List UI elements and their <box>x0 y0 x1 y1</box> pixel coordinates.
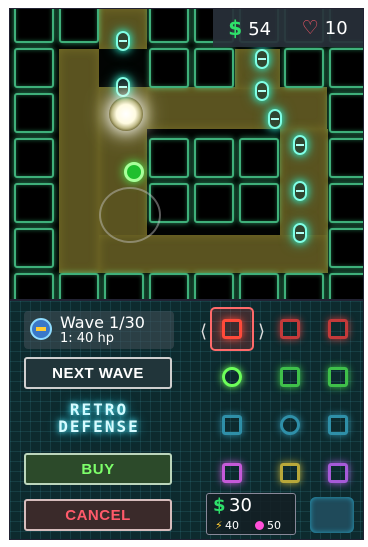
blue-flower-tower[interactable] <box>270 405 310 445</box>
grid-cell[interactable] <box>14 273 54 299</box>
grid-cell[interactable] <box>149 9 189 43</box>
arrow-right-icon[interactable]: ⟩ <box>258 321 265 342</box>
capsule-creep-icon <box>116 31 130 51</box>
buy-button[interactable]: BUY <box>24 453 172 485</box>
grid-cell[interactable] <box>239 183 279 223</box>
grid-cell[interactable] <box>59 273 99 299</box>
grid-cell[interactable] <box>194 183 234 223</box>
red-frame-tower[interactable] <box>270 309 310 349</box>
wave-title: Wave 1/30 <box>60 313 145 332</box>
wave-icon <box>30 318 52 340</box>
control-panel: Wave 1/30 1: 40 hp NEXT WAVE RETRO DEFEN… <box>9 300 364 540</box>
grid-cell[interactable] <box>14 183 54 223</box>
grid-cell[interactable] <box>14 138 54 178</box>
arrow-left-icon[interactable]: ⟨ <box>200 321 207 342</box>
grid-cell[interactable] <box>104 273 144 299</box>
grid-cell[interactable] <box>284 48 324 88</box>
green-ring-tower[interactable] <box>212 357 252 397</box>
money-display: $54 <box>228 16 271 40</box>
grid-cell[interactable] <box>329 93 363 133</box>
blue-frame-tower[interactable] <box>318 405 358 445</box>
grid-cell[interactable] <box>14 228 54 268</box>
grid-cell[interactable] <box>284 273 324 299</box>
grid-cell[interactable] <box>239 273 279 299</box>
capsule-creep-icon <box>116 77 130 97</box>
grid-cell[interactable] <box>14 9 54 43</box>
capsule-creep-icon <box>255 49 269 69</box>
tower-shop: ⟨ ⟩ <box>200 307 360 493</box>
yellow-lightning-tower[interactable] <box>270 453 310 493</box>
grid-cell[interactable] <box>149 48 189 88</box>
grid-cell[interactable] <box>194 273 234 299</box>
grid-cell[interactable] <box>329 138 363 178</box>
tower-damage: 40 <box>225 519 239 532</box>
tower-price-panel: $ 30 ⚡ 40 50 <box>206 493 296 535</box>
grid-cell[interactable] <box>329 228 363 268</box>
dollar-icon: $ <box>228 16 243 40</box>
capsule-creep-icon <box>268 109 282 129</box>
capsule-creep-icon <box>293 223 307 243</box>
red-square-tower[interactable] <box>318 309 358 349</box>
next-wave-button[interactable]: NEXT WAVE <box>24 357 172 389</box>
grid-cell[interactable] <box>329 273 363 299</box>
range-icon <box>255 521 264 530</box>
path-segment <box>59 49 99 273</box>
dollar-icon: $ <box>213 495 226 516</box>
tower-range-ring <box>99 187 161 243</box>
grid-cell[interactable] <box>329 48 363 88</box>
grid-cell[interactable] <box>14 48 54 88</box>
grid-cell[interactable] <box>14 93 54 133</box>
cancel-button[interactable]: CANCEL <box>24 499 172 531</box>
tower-preview-slot[interactable] <box>310 497 354 533</box>
blue-grid-tower[interactable] <box>212 405 252 445</box>
purple-square-tower[interactable] <box>212 453 252 493</box>
game-map[interactable]: $54 ♡ 10 <box>9 8 364 300</box>
grid-cell[interactable] <box>149 273 189 299</box>
wave-info: Wave 1/30 1: 40 hp <box>24 311 174 349</box>
capsule-creep-icon <box>293 181 307 201</box>
grid-cell[interactable] <box>329 183 363 223</box>
grid-cell[interactable] <box>194 138 234 178</box>
money-value: 54 <box>248 19 272 40</box>
lightning-icon: ⚡ <box>215 519 223 532</box>
lives-display: ♡ 10 <box>302 17 348 39</box>
logo-line-1: RETRO <box>69 400 129 419</box>
logo-line-2: DEFENSE <box>58 417 140 436</box>
green-square-tower[interactable] <box>318 357 358 397</box>
grid-cell[interactable] <box>239 138 279 178</box>
grid-cell[interactable] <box>59 9 99 43</box>
explosion-effect <box>109 97 143 131</box>
green-cross-tower[interactable] <box>270 357 310 397</box>
capsule-creep-icon <box>293 135 307 155</box>
placing-tower-icon[interactable] <box>124 162 144 182</box>
grid-cell[interactable] <box>194 48 234 88</box>
red-cross-tower[interactable] <box>210 307 254 351</box>
lives-value: 10 <box>324 18 348 39</box>
heart-icon: ♡ <box>301 17 319 39</box>
path-segment <box>147 87 327 129</box>
wave-hp: 1: 40 hp <box>60 331 114 346</box>
grid-cell[interactable] <box>149 138 189 178</box>
game-logo: RETRO DEFENSE <box>40 401 158 441</box>
hud-bar: $54 ♡ 10 <box>213 9 363 47</box>
purple-bolt-tower[interactable] <box>318 453 358 493</box>
capsule-creep-icon <box>255 81 269 101</box>
tower-range: 50 <box>267 519 281 532</box>
tower-price: 30 <box>229 495 252 516</box>
